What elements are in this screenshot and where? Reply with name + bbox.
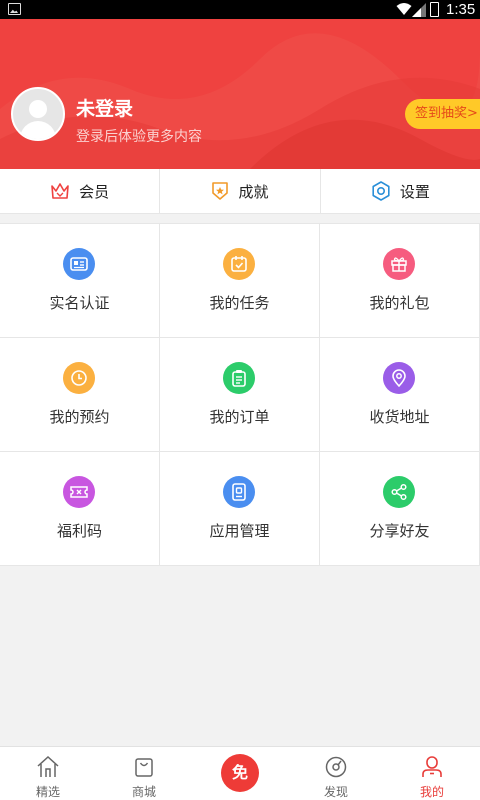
grid-item-label: 我的任务 (209, 294, 270, 312)
settings-button[interactable]: 设置 (321, 169, 480, 213)
grid-item-benefit-code[interactable]: 福利码 (0, 452, 160, 566)
app-manage-icon (223, 476, 255, 508)
tab-mall[interactable]: 商城 (96, 747, 192, 800)
member-button[interactable]: 会员 (0, 169, 161, 213)
gallery-notification-icon (8, 3, 21, 15)
avatar[interactable] (11, 87, 65, 141)
grid-item-app-management[interactable]: 应用管理 (160, 452, 320, 566)
status-time: 1:35 (446, 1, 476, 18)
settings-label: 设置 (399, 182, 430, 201)
tab-label: 精选 (35, 785, 60, 799)
grid-item-my-gifts[interactable]: 我的礼包 (320, 224, 480, 338)
medal-icon (212, 182, 229, 200)
grid-item-my-tasks[interactable]: 我的任务 (160, 224, 320, 338)
crown-icon (51, 183, 69, 199)
tab-label: 我的 (419, 785, 444, 799)
wifi-icon (396, 3, 412, 15)
home-icon (37, 755, 59, 777)
ticket-icon (63, 476, 95, 508)
clock-icon (63, 362, 95, 394)
battery-icon (430, 2, 439, 17)
status-bar: 1:35 (0, 0, 480, 19)
location-pin-icon (383, 362, 415, 394)
header-background (0, 33, 480, 169)
quick-actions: 会员 成就 设置 (0, 169, 480, 214)
gear-icon (372, 181, 390, 201)
tab-label: 发现 (323, 785, 348, 799)
grid-item-shipping-address[interactable]: 收货地址 (320, 338, 480, 452)
feature-grid: 实名认证 我的任务 我的礼包 我的预约 我的订单 收货地址 福利码 应用管理 分… (0, 223, 480, 566)
free-center-button[interactable]: 免 (221, 754, 259, 792)
compass-icon (325, 756, 347, 778)
tab-featured[interactable]: 精选 (0, 747, 96, 800)
task-calendar-icon (223, 248, 255, 280)
grid-item-real-name[interactable]: 实名认证 (0, 224, 160, 338)
grid-item-label: 我的礼包 (369, 294, 430, 312)
id-card-icon (63, 248, 95, 280)
grid-item-label: 实名认证 (49, 294, 110, 312)
tab-discover[interactable]: 发现 (288, 747, 384, 800)
signin-lottery-button[interactable]: 签到抽奖> (405, 99, 480, 129)
tab-mine[interactable]: 我的 (384, 747, 480, 800)
login-hint[interactable]: 登录后体验更多内容 (76, 126, 202, 146)
grid-item-my-orders[interactable]: 我的订单 (160, 338, 320, 452)
achievement-label: 成就 (238, 182, 269, 201)
grid-item-label: 我的预约 (49, 408, 110, 426)
shopping-bag-icon (135, 758, 153, 777)
grid-item-share-friends[interactable]: 分享好友 (320, 452, 480, 566)
grid-item-label: 分享好友 (369, 522, 430, 540)
person-icon (422, 756, 442, 777)
member-label: 会员 (79, 182, 110, 201)
signal-icon (412, 3, 426, 17)
grid-item-my-reservations[interactable]: 我的预约 (0, 338, 160, 452)
grid-item-label: 我的订单 (209, 408, 270, 426)
achievement-button[interactable]: 成就 (160, 169, 321, 213)
profile-header: 未登录 登录后体验更多内容 签到抽奖> (0, 19, 480, 169)
username[interactable]: 未登录 (76, 94, 133, 121)
grid-item-label: 应用管理 (209, 522, 270, 540)
grid-item-label: 福利码 (56, 522, 102, 540)
clipboard-icon (223, 362, 255, 394)
tab-label: 商城 (131, 785, 156, 799)
share-icon (383, 476, 415, 508)
gift-icon (383, 248, 415, 280)
grid-item-label: 收货地址 (369, 408, 430, 426)
